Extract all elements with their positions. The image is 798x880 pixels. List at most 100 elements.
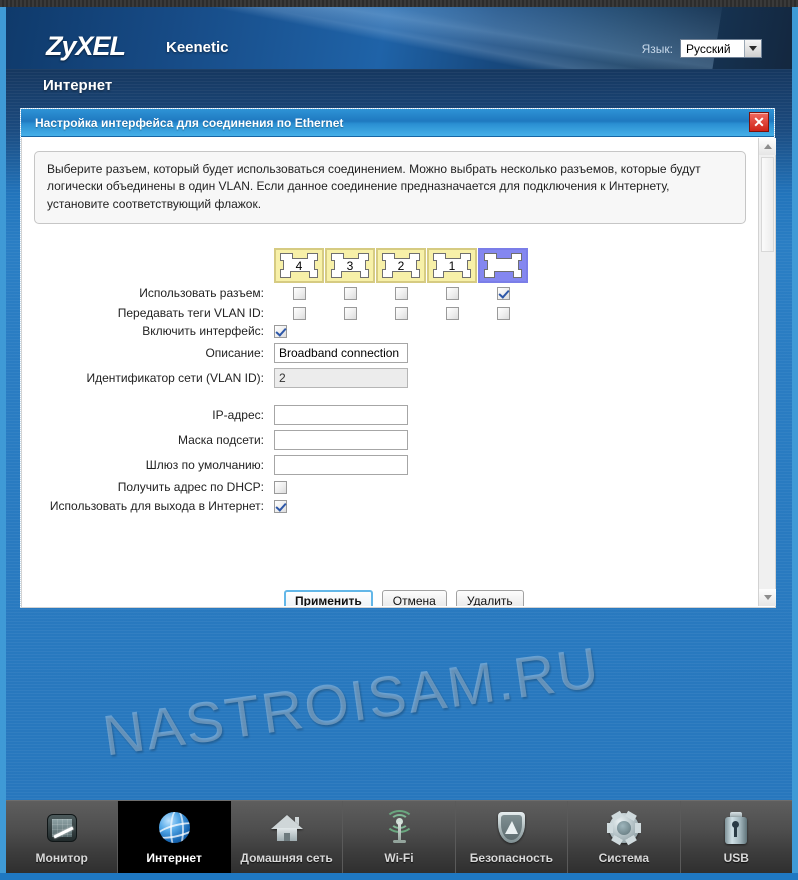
info-text: Выберите разъем, который будет использов… (34, 151, 746, 225)
default-gateway-row: Шлюз по умолчанию: (22, 455, 758, 475)
subnet-mask-input[interactable] (274, 430, 408, 450)
use-port-checkbox-4[interactable] (292, 286, 306, 300)
use-port-row: Использовать разъем: (22, 283, 758, 303)
nav-item-home-network[interactable]: Домашняя сеть (231, 801, 344, 873)
window-right-border (792, 7, 798, 873)
vlan-tag-checkbox-wan[interactable] (496, 306, 510, 320)
nav-label-security: Безопасность (469, 850, 554, 865)
port-number-label: 2 (397, 258, 405, 273)
use-for-internet-label: Использовать для выхода в Интернет: (49, 499, 264, 513)
bottom-navigation: Монитор Интернет Домашняя сеть Wi-Fi Без… (6, 800, 792, 873)
nav-label-wifi: Wi-Fi (384, 850, 414, 865)
use-port-checkbox-1[interactable] (445, 286, 459, 300)
zyxel-logo: ZyXEL (46, 31, 126, 61)
cancel-button[interactable]: Отмена (381, 590, 447, 606)
nav-item-internet[interactable]: Интернет (118, 801, 231, 873)
enable-interface-checkbox[interactable] (274, 324, 287, 338)
vlan-id-row: Идентификатор сети (VLAN ID): (22, 368, 758, 388)
close-icon[interactable]: ✕ (749, 112, 769, 132)
nav-label-internet: Интернет (146, 850, 202, 865)
nav-label-home-network: Домашняя сеть (240, 850, 333, 865)
default-gateway-label: Шлюз по умолчанию: (145, 458, 264, 472)
default-gateway-input[interactable] (274, 455, 408, 475)
chart-monitor-icon (44, 810, 80, 846)
enable-interface-row: Включить интерфейс: (22, 324, 758, 338)
subnet-mask-row: Маска подсети: (22, 430, 758, 450)
shield-icon (493, 810, 529, 846)
vlan-tag-label: Передавать теги VLAN ID: (117, 306, 264, 320)
nav-label-system: Система (598, 850, 650, 865)
dialog-title-bar: Настройка интерфейса для соединения по E… (21, 109, 774, 137)
header-swoosh-decoration-2 (149, 7, 723, 69)
port-cell-3[interactable]: 3 (325, 248, 375, 283)
app-header: ZyXEL Keenetic Язык: Русский (6, 7, 792, 69)
home-icon (269, 810, 305, 846)
vlan-tag-row: Передавать теги VLAN ID: (22, 303, 758, 323)
port-number-label: 4 (295, 258, 303, 273)
nav-item-wifi[interactable]: Wi-Fi (343, 801, 456, 873)
language-selector[interactable]: Язык: Русский (642, 39, 762, 58)
ip-address-input[interactable] (274, 405, 408, 425)
vlan-tag-checkbox-3[interactable] (343, 306, 357, 320)
delete-button[interactable]: Удалить (455, 590, 524, 606)
router-admin-window: ZyXEL Keenetic Язык: Русский Интернет NA… (0, 0, 798, 880)
dhcp-row: Получить адрес по DHCP: (22, 480, 758, 494)
vlan-tag-checkbox-4[interactable] (292, 306, 306, 320)
chevron-down-icon[interactable] (744, 40, 761, 57)
interface-settings-dialog: Настройка интерфейса для соединения по E… (20, 108, 776, 608)
scroll-up-icon[interactable] (759, 138, 776, 155)
dhcp-label: Получить адрес по DHCP: (117, 480, 264, 494)
port-number-label: 3 (346, 258, 354, 273)
description-label: Описание: (205, 346, 264, 360)
use-for-internet-checkbox[interactable] (274, 499, 287, 513)
dialog-scrollbar[interactable] (758, 138, 776, 606)
port-cell-1[interactable]: 1 (427, 248, 477, 283)
scroll-down-icon[interactable] (759, 589, 776, 606)
nav-item-usb[interactable]: USB (681, 801, 792, 873)
ip-address-row: IP-адрес: (22, 405, 758, 425)
dhcp-checkbox[interactable] (274, 480, 287, 494)
ethernet-port-icon-4[interactable]: 4 (274, 248, 324, 283)
nav-item-system[interactable]: Система (568, 801, 681, 873)
window-bottom-border (0, 873, 798, 880)
vlan-tag-checkbox-1[interactable] (445, 306, 459, 320)
ethernet-port-icon-1[interactable]: 1 (427, 248, 477, 283)
nav-item-monitor[interactable]: Монитор (6, 801, 119, 873)
nav-label-usb: USB (723, 850, 749, 865)
vlan-tag-checkbox-2[interactable] (394, 306, 408, 320)
use-for-internet-row: Использовать для выхода в Интернет: (22, 499, 758, 513)
header-swoosh-decoration (88, 7, 724, 69)
scrollbar-thumb[interactable] (761, 157, 774, 252)
usb-drive-icon (718, 810, 754, 846)
dialog-content: Выберите разъем, который будет использов… (22, 138, 758, 606)
port-cell-wan[interactable] (478, 248, 528, 283)
ethernet-port-icon-2[interactable]: 2 (376, 248, 426, 283)
port-cell-4[interactable]: 4 (274, 248, 324, 283)
language-dropdown[interactable]: Русский (680, 39, 762, 58)
page-title: Интернет (43, 77, 113, 94)
port-cell-2[interactable]: 2 (376, 248, 426, 283)
interface-settings-form: Включить интерфейс: Описание: Идентифика… (22, 324, 758, 518)
apply-button[interactable]: Применить (284, 590, 373, 606)
nav-item-security[interactable]: Безопасность (456, 801, 569, 873)
gear-icon (606, 810, 642, 846)
use-port-checkbox-wan[interactable] (496, 286, 510, 300)
port-selection-table: 4 3 2 1 Использовать разъем: Передавать … (22, 248, 758, 323)
globe-icon (156, 810, 192, 846)
port-number-label: 1 (448, 258, 456, 273)
use-port-checkbox-2[interactable] (394, 286, 408, 300)
subnet-mask-label: Маска подсети: (177, 433, 264, 447)
use-port-checkbox-3[interactable] (343, 286, 357, 300)
nav-label-monitor: Монитор (35, 850, 88, 865)
ethernet-port-icon-wan[interactable] (478, 248, 528, 283)
product-name: Keenetic (166, 39, 229, 56)
wifi-antenna-icon (381, 809, 417, 846)
language-selected-value: Русский (686, 42, 731, 56)
vlan-id-input[interactable] (274, 368, 408, 388)
description-row: Описание: (22, 343, 758, 363)
port-icons-row: 4 3 2 1 (22, 248, 758, 283)
use-port-label: Использовать разъем: (139, 286, 264, 300)
window-top-strip (0, 0, 798, 7)
description-input[interactable] (274, 343, 408, 363)
ethernet-port-icon-3[interactable]: 3 (325, 248, 375, 283)
